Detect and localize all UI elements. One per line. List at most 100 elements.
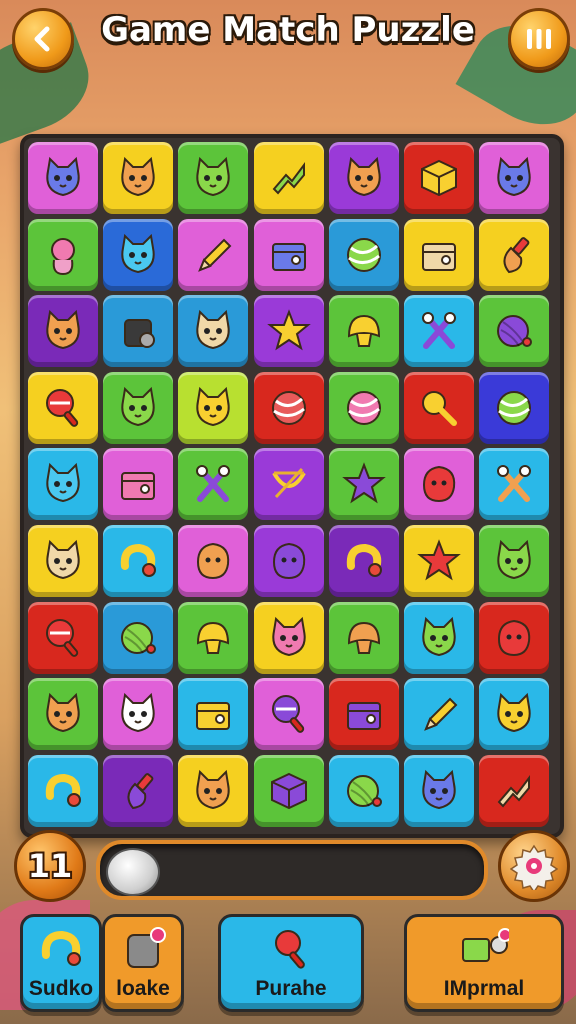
board-tile[interactable] (178, 525, 249, 597)
blob-red-icon (422, 466, 456, 503)
board-tile[interactable] (253, 754, 324, 827)
board-tile[interactable] (404, 448, 474, 521)
board-tile[interactable] (328, 601, 399, 674)
board-tile[interactable] (103, 601, 174, 674)
board-tile[interactable] (328, 754, 399, 827)
cat-blue-icon (497, 156, 531, 197)
board-tile[interactable] (103, 678, 174, 751)
cat-yellow-icon (497, 693, 531, 733)
board-tile[interactable] (479, 754, 550, 827)
action-button-imprmal[interactable]: IMprmal (404, 914, 564, 1012)
action-button-sudko[interactable]: Sudko (20, 914, 102, 1012)
board-tile[interactable] (178, 142, 249, 214)
board-tile[interactable] (253, 218, 324, 291)
board-tile[interactable] (328, 448, 399, 521)
board-tile[interactable] (178, 754, 249, 827)
board-tile[interactable] (178, 601, 249, 674)
board-tile[interactable] (178, 295, 249, 368)
board-tile[interactable] (404, 525, 474, 597)
board-tile[interactable] (28, 295, 98, 368)
board-tile[interactable] (103, 295, 174, 368)
board-tile[interactable] (479, 448, 550, 521)
board-tile[interactable] (479, 601, 550, 674)
arrow-green-icon (272, 162, 305, 195)
settings-button[interactable] (498, 830, 570, 902)
cube-yellow-icon (421, 159, 457, 197)
brush-orange-icon (503, 236, 530, 273)
pause-bars-icon (527, 29, 551, 49)
board-tile[interactable] (253, 448, 324, 521)
board-tile[interactable] (328, 218, 399, 291)
ball-striped-icon (271, 390, 306, 425)
rattle-red-icon (46, 618, 79, 657)
board-tile[interactable] (404, 754, 474, 827)
board-tile[interactable] (328, 371, 399, 444)
board-tile[interactable] (28, 525, 98, 597)
board-tile[interactable] (28, 218, 98, 291)
board-tile[interactable] (28, 678, 98, 751)
board-tile[interactable] (404, 218, 474, 291)
board-tile[interactable] (103, 754, 174, 827)
board-tile[interactable] (404, 601, 474, 674)
board-tile[interactable] (404, 295, 474, 368)
cat-cyan-icon (121, 233, 155, 273)
box-pink-icon (121, 472, 156, 501)
board-tile[interactable] (253, 678, 324, 751)
action-button-purahe[interactable]: Purahe (218, 914, 364, 1012)
board-tile[interactable] (103, 218, 174, 291)
scissors-purple-icon (196, 465, 231, 503)
cat-pink-icon (271, 616, 306, 656)
ball-green-icon (497, 390, 532, 425)
gear-icon (510, 844, 558, 890)
progress-knob[interactable] (106, 848, 160, 896)
board-tile[interactable] (103, 448, 174, 521)
hook-yellow-icon (120, 543, 157, 577)
board-tile[interactable] (253, 525, 324, 597)
action-button-label: IMprmal (443, 977, 525, 1000)
menu-button[interactable] (508, 8, 570, 70)
board-tile[interactable] (28, 142, 98, 214)
board-tile[interactable] (253, 371, 324, 444)
scissors-orange-icon (497, 465, 532, 503)
board-tile[interactable] (404, 371, 474, 444)
back-button[interactable] (12, 8, 74, 70)
board-tile[interactable] (479, 525, 550, 597)
cat-orange-icon (196, 769, 231, 809)
cat-orange-icon (46, 310, 80, 350)
cat-green-icon (497, 539, 531, 580)
board-tile[interactable] (103, 371, 174, 444)
cat-blue-icon (422, 769, 456, 809)
scissors-purple-icon (422, 312, 456, 350)
board-tile[interactable] (178, 371, 249, 444)
shell-yellow-icon (347, 315, 380, 348)
board-tile[interactable] (103, 142, 174, 214)
board-tile[interactable] (479, 371, 550, 444)
board-tile[interactable] (178, 448, 249, 521)
ball-green-icon (346, 237, 381, 272)
box-blue-icon (271, 242, 306, 271)
board-tile[interactable] (178, 678, 249, 751)
board-tile[interactable] (253, 142, 324, 214)
action-button-loake[interactable]: loake (102, 914, 184, 1012)
board-tile[interactable] (28, 448, 98, 521)
board-tile[interactable] (178, 218, 249, 291)
board-tile[interactable] (328, 142, 399, 214)
board-tile[interactable] (328, 525, 399, 597)
board-tile[interactable] (28, 754, 98, 827)
board-tile[interactable] (479, 678, 550, 751)
board-tile[interactable] (328, 678, 399, 751)
board-tile[interactable] (103, 525, 174, 597)
board-tile[interactable] (479, 295, 550, 368)
board-tile[interactable] (479, 218, 550, 291)
board-tile[interactable] (404, 142, 474, 214)
board-tile[interactable] (328, 295, 399, 368)
board-tile[interactable] (404, 678, 474, 751)
board-tile[interactable] (479, 142, 550, 214)
board-tile[interactable] (28, 371, 98, 444)
cat-orange-icon (121, 156, 155, 197)
box-yellow-icon (196, 702, 231, 731)
board-tile[interactable] (253, 601, 324, 674)
board-tile[interactable] (28, 601, 98, 674)
doll-pink-icon (51, 237, 75, 275)
board-tile[interactable] (253, 295, 324, 368)
